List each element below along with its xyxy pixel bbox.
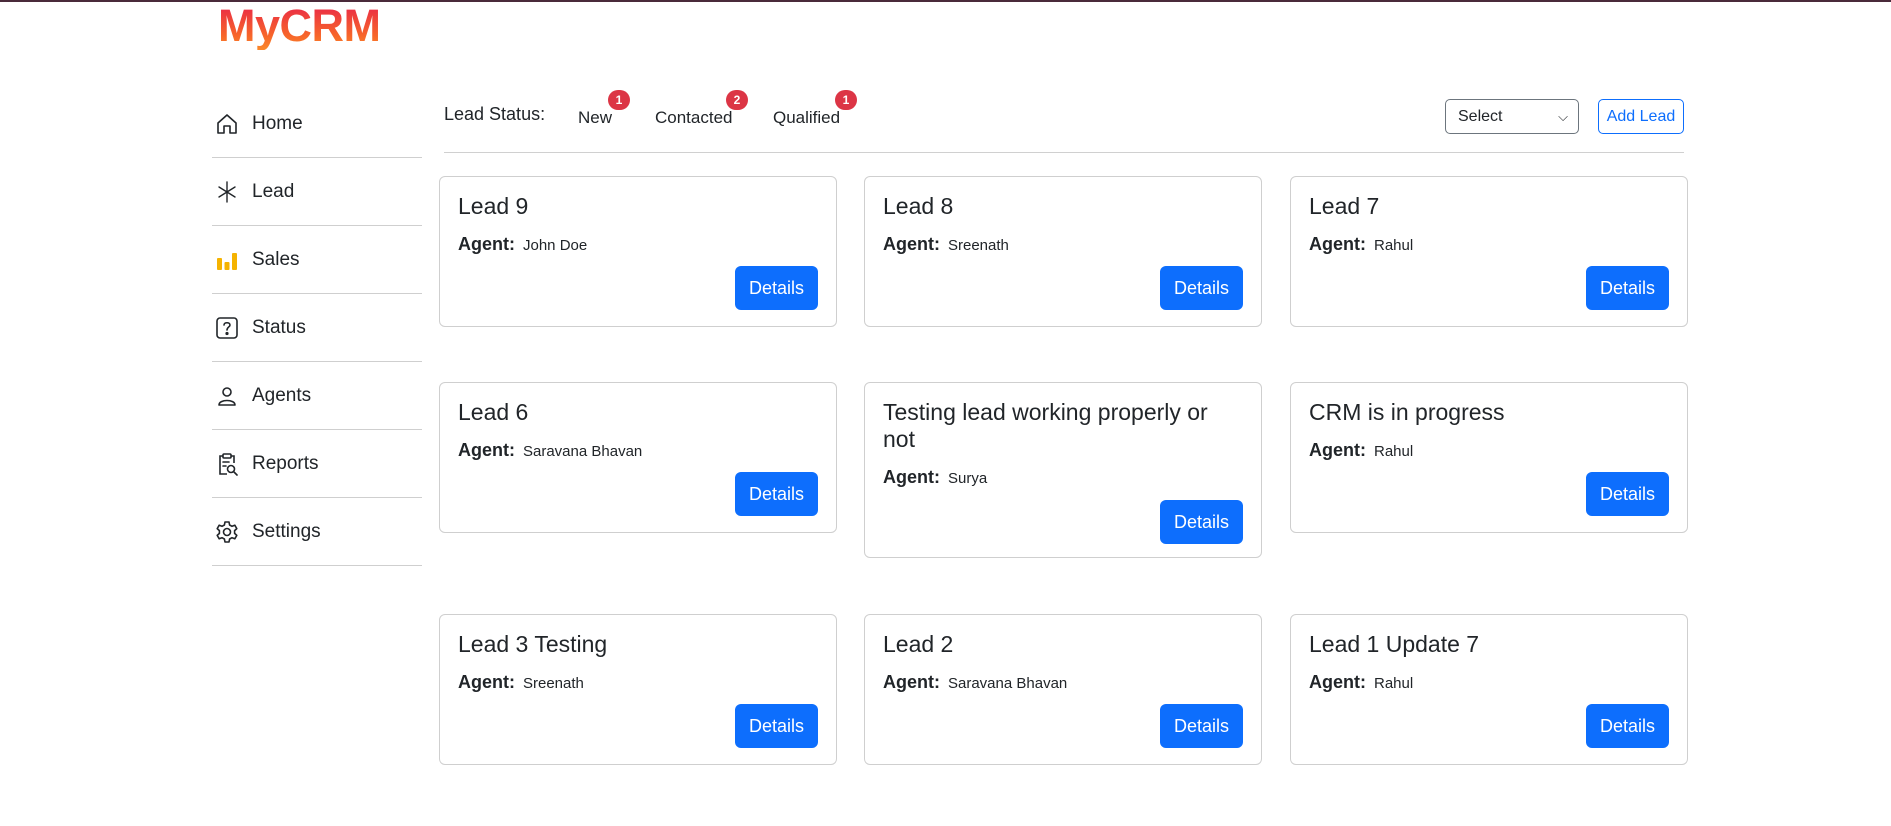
tab-new[interactable]: New 1 bbox=[578, 90, 630, 128]
bar-chart-icon bbox=[214, 247, 240, 273]
sidebar-item-home[interactable]: Home bbox=[212, 90, 422, 158]
agent-name: Sreenath bbox=[523, 675, 584, 692]
tab-label: New bbox=[578, 108, 613, 127]
sidebar-item-label: Reports bbox=[252, 452, 319, 474]
lead-status-title: Lead Status: bbox=[444, 104, 546, 124]
question-icon bbox=[214, 315, 240, 341]
home-icon bbox=[214, 111, 240, 137]
agent-label: Agent: bbox=[883, 234, 940, 254]
lead-title: Lead 9 bbox=[458, 193, 529, 219]
lead-agent: Agent: Surya bbox=[883, 467, 987, 488]
sidebar-item-label: Sales bbox=[252, 248, 300, 270]
lead-status-bar: Lead Status: New 1 Contacted 2 Qualified… bbox=[444, 90, 1684, 153]
lead-card: Lead 1 Update 7 Agent: Rahul Details bbox=[1290, 614, 1688, 765]
agent-name: Surya bbox=[948, 470, 988, 487]
add-lead-button[interactable]: Add Lead bbox=[1598, 99, 1684, 134]
details-button[interactable]: Details bbox=[1160, 500, 1243, 544]
lead-title: Lead 7 bbox=[1309, 193, 1380, 219]
lead-agent: Agent: Sreenath bbox=[458, 672, 584, 693]
details-button[interactable]: Details bbox=[735, 266, 818, 310]
lead-card: Lead 9 Agent: John Doe Details bbox=[439, 176, 837, 327]
tab-label: Contacted bbox=[655, 108, 733, 127]
lead-title: Lead 1 Update 7 bbox=[1309, 631, 1480, 657]
sidebar-item-reports[interactable]: Reports bbox=[212, 430, 422, 498]
agent-name: Rahul bbox=[1374, 443, 1414, 460]
sidebar-item-label: Lead bbox=[252, 180, 295, 202]
sidebar-item-settings[interactable]: Settings bbox=[212, 498, 422, 566]
lead-title: CRM is in progress bbox=[1309, 399, 1505, 425]
lead-title: Lead 6 bbox=[458, 399, 529, 425]
lead-agent: Agent: Rahul bbox=[1309, 672, 1413, 693]
lead-agent: Agent: Saravana Bhavan bbox=[883, 672, 1067, 693]
agent-label: Agent: bbox=[458, 672, 515, 692]
details-button[interactable]: Details bbox=[1160, 266, 1243, 310]
agent-name: Saravana Bhavan bbox=[948, 675, 1068, 692]
sidebar-item-label: Settings bbox=[252, 520, 321, 542]
agent-name: Rahul bbox=[1374, 675, 1414, 692]
sidebar-item-label: Status bbox=[252, 316, 306, 338]
lead-card: CRM is in progress Agent: Rahul Details bbox=[1290, 382, 1688, 533]
sidebar-item-lead[interactable]: Lead bbox=[212, 158, 422, 226]
clipboard-search-icon bbox=[214, 451, 240, 477]
tab-contacted[interactable]: Contacted 2 bbox=[655, 90, 748, 128]
sidebar: Home Lead Sales Status Agents Reports Se… bbox=[212, 90, 422, 566]
status-badge: 1 bbox=[835, 90, 857, 110]
status-badge: 2 bbox=[726, 90, 748, 110]
lead-card: Lead 7 Agent: Rahul Details bbox=[1290, 176, 1688, 327]
lead-agent: Agent: Rahul bbox=[1309, 234, 1413, 255]
lead-card: Testing lead working properly or not Agen… bbox=[864, 382, 1262, 558]
main-content: Lead Status: New 1 Contacted 2 Qualified… bbox=[440, 90, 1685, 153]
chevron-down-icon: ⌵ bbox=[1558, 109, 1568, 124]
lead-title: Lead 8 bbox=[883, 193, 954, 219]
details-button[interactable]: Details bbox=[1586, 266, 1669, 310]
lead-agent: Agent: John Doe bbox=[458, 234, 587, 255]
agent-label: Agent: bbox=[458, 234, 515, 254]
sidebar-item-agents[interactable]: Agents bbox=[212, 362, 422, 430]
agent-name: Saravana Bhavan bbox=[523, 443, 643, 460]
details-button[interactable]: Details bbox=[735, 704, 818, 748]
app-logo[interactable]: MyCRM bbox=[218, 2, 381, 50]
details-button[interactable]: Details bbox=[1586, 472, 1669, 516]
status-badge: 1 bbox=[608, 90, 630, 110]
agent-label: Agent: bbox=[1309, 440, 1366, 460]
lead-card: Lead 2 Agent: Saravana Bhavan Details bbox=[864, 614, 1262, 765]
lead-title: Lead 2 bbox=[883, 631, 954, 657]
agent-name: John Doe bbox=[523, 237, 588, 254]
gear-icon bbox=[214, 519, 240, 545]
select-value: Select bbox=[1458, 108, 1503, 125]
details-button[interactable]: Details bbox=[735, 472, 818, 516]
agent-name: Sreenath bbox=[948, 237, 1009, 254]
tab-label: Qualified bbox=[773, 108, 841, 127]
lead-agent: Agent: Saravana Bhavan bbox=[458, 440, 642, 461]
agent-label: Agent: bbox=[883, 467, 940, 487]
lead-title: Testing lead working properly or not bbox=[883, 399, 1208, 452]
agent-label: Agent: bbox=[883, 672, 940, 692]
lead-title: Lead 3 Testing bbox=[458, 631, 608, 657]
agent-label: Agent: bbox=[1309, 672, 1366, 692]
asterisk-icon bbox=[214, 179, 240, 205]
lead-card: Lead 6 Agent: Saravana Bhavan Details bbox=[439, 382, 837, 533]
person-icon bbox=[214, 383, 240, 409]
lead-agent: Agent: Rahul bbox=[1309, 440, 1413, 461]
agent-name: Rahul bbox=[1374, 237, 1414, 254]
agent-label: Agent: bbox=[458, 440, 515, 460]
lead-card: Lead 3 Testing Agent: Sreenath Details bbox=[439, 614, 837, 765]
sidebar-item-label: Home bbox=[252, 112, 303, 134]
sidebar-item-status[interactable]: Status bbox=[212, 294, 422, 362]
details-button[interactable]: Details bbox=[1586, 704, 1669, 748]
status-filter-select[interactable]: Select ⌵ bbox=[1445, 99, 1579, 134]
sidebar-item-label: Agents bbox=[252, 384, 312, 406]
lead-card: Lead 8 Agent: Sreenath Details bbox=[864, 176, 1262, 327]
lead-agent: Agent: Sreenath bbox=[883, 234, 1009, 255]
tab-qualified[interactable]: Qualified 1 bbox=[773, 90, 857, 128]
sidebar-item-sales[interactable]: Sales bbox=[212, 226, 422, 294]
agent-label: Agent: bbox=[1309, 234, 1366, 254]
details-button[interactable]: Details bbox=[1160, 704, 1243, 748]
